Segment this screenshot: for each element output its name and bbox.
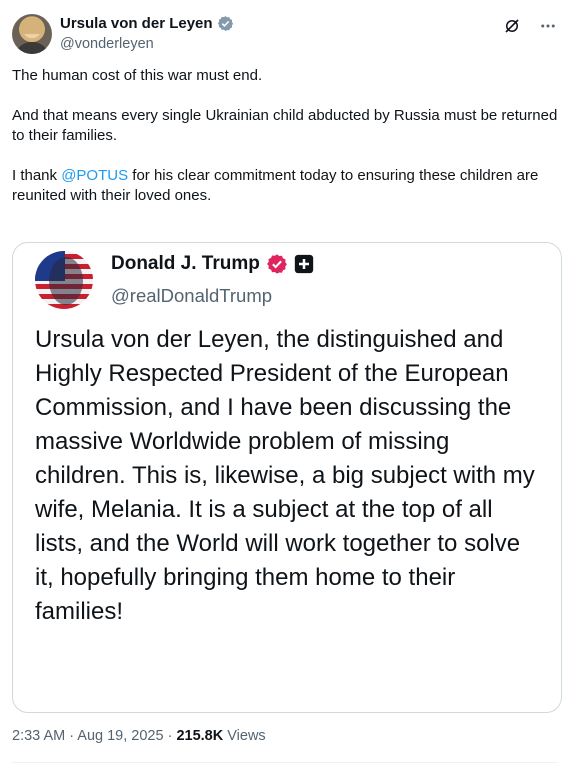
more-icon[interactable] [538,16,558,36]
tweet-paragraph: I thank @POTUS for his clear commitment … [12,166,558,206]
tweet-paragraph: The human cost of this war must end. [12,67,263,84]
header-actions [502,16,558,36]
quoted-post-card[interactable]: Donald J. Trump @realDonaldTrump Ursula … [12,242,562,713]
avatar-shoulders [15,42,49,54]
truth-social-icon [294,254,314,274]
mention-link[interactable]: @POTUS [61,167,128,184]
quoted-post-text: Ursula von der Leyen, the distinguished … [35,326,535,625]
author-handle[interactable]: @vonderleyen [60,36,154,52]
verified-badge-icon [217,16,233,31]
tweet-paragraph: And that means every single Ukrainian ch… [12,107,558,144]
avatar[interactable] [12,14,52,54]
verified-badge-icon [266,254,287,274]
author-name[interactable]: Ursula von der Leyen [60,15,213,32]
quoted-avatar[interactable] [35,251,93,309]
tweet-header: Ursula von der Leyen @vonderleyen [12,10,558,54]
grok-icon[interactable] [502,16,522,36]
avatar-hair [20,18,44,34]
tweet-body: The human cost of this war must end. And… [12,66,558,226]
author-name-row: Ursula von der Leyen [60,15,234,32]
paragraph-text: I thank [12,167,62,184]
views-label: Views [223,728,266,744]
tweet-meta: 2:33 AM · Aug 19, 2025 · 215.8K Views [12,728,266,744]
divider [12,762,558,763]
quoted-author-handle[interactable]: @realDonaldTrump [111,285,272,307]
quoted-name-row: Donald J. Trump [111,253,314,275]
portrait-face [49,257,83,305]
views-count: 215.8K [176,728,224,744]
timestamp[interactable]: 2:33 AM · Aug 19, 2025 · [12,728,176,744]
quoted-author-name[interactable]: Donald J. Trump [111,253,260,275]
